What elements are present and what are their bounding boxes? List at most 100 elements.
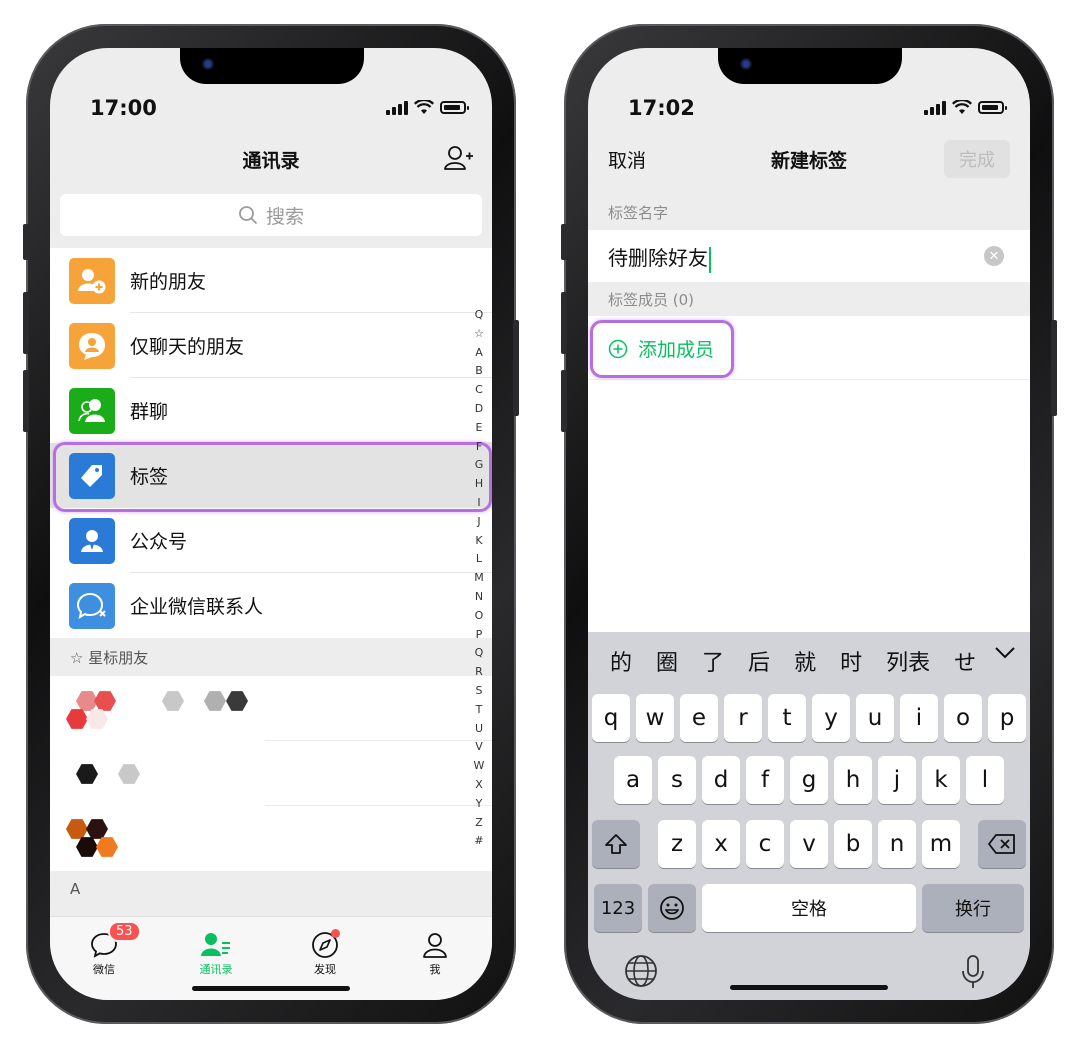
tag-name-field[interactable]: 待删除好友 ✕	[588, 230, 1030, 282]
index-letter[interactable]: J	[477, 513, 480, 532]
numbers-key[interactable]: 123	[594, 884, 642, 932]
list-item-label: 公众号	[130, 531, 188, 553]
key-t[interactable]: t	[768, 694, 806, 742]
alphabet-index[interactable]: Q ☆ A B C D E F G H I J K L M N O P Q R S T U V W X Y Z #	[472, 306, 486, 851]
search-bar[interactable]: 搜索	[60, 194, 482, 236]
key-c[interactable]: c	[746, 820, 784, 868]
new-dot	[331, 929, 340, 938]
key-o[interactable]: o	[944, 694, 982, 742]
key-h[interactable]: h	[834, 756, 872, 804]
index-letter[interactable]: U	[475, 720, 483, 739]
keyboard: 的圈了后就时列表せ qwertyuiop asdfghjkl zxcvbnm 1…	[588, 632, 1030, 1000]
candidate-word[interactable]: せ	[942, 645, 988, 677]
index-letter[interactable]: Y	[476, 795, 483, 814]
list-item-group-chats[interactable]: 群聊	[50, 378, 492, 443]
globe-icon[interactable]	[624, 954, 658, 988]
space-key[interactable]: 空格	[702, 884, 916, 932]
index-letter[interactable]: X	[475, 776, 483, 795]
key-r[interactable]: r	[724, 694, 762, 742]
index-letter[interactable]: T	[476, 701, 483, 720]
tab-me[interactable]: 我	[405, 929, 465, 977]
index-letter[interactable]: Z	[475, 814, 483, 833]
index-letter[interactable]: Q	[475, 306, 484, 325]
key-w[interactable]: w	[636, 694, 674, 742]
index-letter[interactable]: #	[474, 832, 483, 851]
key-q[interactable]: q	[592, 694, 630, 742]
key-k[interactable]: k	[922, 756, 960, 804]
clear-icon[interactable]: ✕	[984, 246, 1004, 266]
index-letter[interactable]: C	[475, 381, 483, 400]
list-item-official-accounts[interactable]: 公众号	[50, 508, 492, 573]
key-b[interactable]: b	[834, 820, 872, 868]
tab-discover[interactable]: 发现	[295, 929, 355, 977]
index-letter[interactable]: E	[476, 419, 483, 438]
candidate-word[interactable]: 了	[690, 645, 736, 677]
key-m[interactable]: m	[922, 820, 960, 868]
list-item-new-friends[interactable]: 新的朋友	[50, 248, 492, 313]
list-item-wecom-contacts[interactable]: 企业微信联系人	[50, 573, 492, 638]
key-x[interactable]: x	[702, 820, 740, 868]
candidate-word[interactable]: 圈	[644, 645, 690, 677]
index-letter[interactable]: Q	[475, 644, 484, 663]
emoji-key[interactable]	[648, 884, 696, 932]
index-letter[interactable]: N	[475, 588, 483, 607]
index-letter[interactable]: K	[475, 532, 482, 551]
index-letter[interactable]: P	[476, 626, 483, 645]
add-member-row[interactable]: 添加成员	[588, 316, 1030, 380]
key-u[interactable]: u	[856, 694, 894, 742]
key-z[interactable]: z	[658, 820, 696, 868]
candidate-word[interactable]: 就	[782, 645, 828, 677]
delete-key[interactable]	[978, 820, 1026, 868]
index-letter[interactable]: R	[475, 663, 483, 682]
candidate-word[interactable]: 列表	[874, 645, 942, 677]
key-n[interactable]: n	[878, 820, 916, 868]
microphone-icon[interactable]	[960, 954, 986, 990]
tab-wechat[interactable]: 微信 53	[74, 921, 141, 977]
contact-row[interactable]	[50, 806, 492, 871]
key-j[interactable]: j	[878, 756, 916, 804]
done-button[interactable]: 完成	[944, 140, 1010, 178]
volume-down-button	[23, 370, 29, 432]
contact-row[interactable]	[50, 741, 492, 806]
index-letter[interactable]: B	[475, 362, 483, 381]
candidate-word[interactable]: 时	[828, 645, 874, 677]
index-letter[interactable]: ☆	[474, 325, 484, 344]
key-g[interactable]: g	[790, 756, 828, 804]
return-key[interactable]: 换行	[922, 884, 1024, 932]
index-letter[interactable]: H	[475, 475, 483, 494]
key-y[interactable]: y	[812, 694, 850, 742]
index-letter[interactable]: O	[475, 607, 484, 626]
key-i[interactable]: i	[900, 694, 938, 742]
index-letter[interactable]: I	[477, 494, 480, 513]
list-item-chat-only-friends[interactable]: 仅聊天的朋友	[50, 313, 492, 378]
index-letter[interactable]: V	[475, 738, 483, 757]
index-letter[interactable]: M	[474, 569, 484, 588]
tab-label: 我	[429, 963, 441, 976]
tag-name-label: 标签名字	[608, 204, 669, 222]
index-letter[interactable]: G	[475, 456, 484, 475]
key-d[interactable]: d	[702, 756, 740, 804]
key-v[interactable]: v	[790, 820, 828, 868]
home-indicator[interactable]	[192, 986, 350, 991]
key-p[interactable]: p	[988, 694, 1026, 742]
index-letter[interactable]: A	[475, 344, 483, 363]
key-s[interactable]: s	[658, 756, 696, 804]
candidate-word[interactable]: 后	[736, 645, 782, 677]
key-e[interactable]: e	[680, 694, 718, 742]
add-friend-button[interactable]	[444, 144, 474, 172]
contact-row[interactable]	[50, 676, 492, 741]
camera	[740, 58, 752, 70]
chevron-down-icon[interactable]	[994, 646, 1016, 660]
tab-contacts[interactable]: 通讯录	[186, 929, 246, 977]
key-f[interactable]: f	[746, 756, 784, 804]
key-l[interactable]: l	[966, 756, 1004, 804]
index-letter[interactable]: L	[476, 550, 482, 569]
home-indicator[interactable]	[730, 985, 888, 990]
index-letter[interactable]: F	[476, 438, 482, 457]
key-a[interactable]: a	[614, 756, 652, 804]
index-letter[interactable]: W	[474, 757, 485, 776]
index-letter[interactable]: S	[476, 682, 483, 701]
shift-key[interactable]	[592, 820, 640, 868]
index-letter[interactable]: D	[475, 400, 483, 419]
candidate-word[interactable]: 的	[598, 645, 644, 677]
